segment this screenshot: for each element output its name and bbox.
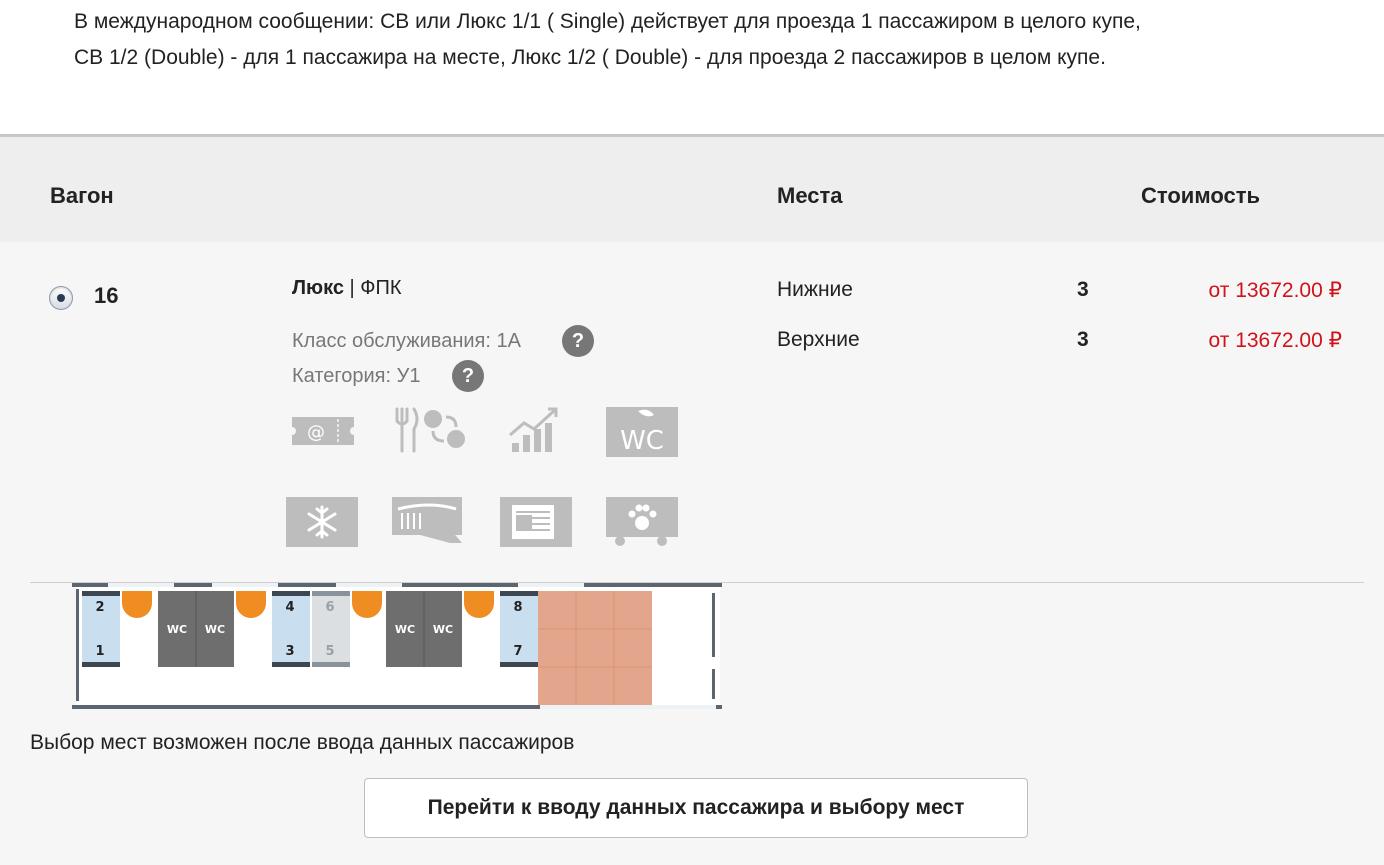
seat-number[interactable]: 2	[95, 600, 104, 615]
hygiene-kit-icon[interactable]	[390, 495, 464, 547]
carrier-name: ФПК	[360, 277, 402, 299]
wagon-list-panel: Вагон Места Стоимость 16 Люкс | ФПК Клас…	[0, 134, 1384, 865]
price-lower: от 13672.00 ₽	[1208, 279, 1342, 302]
international-travel-note: В международном сообщении: СВ или Люкс 1…	[74, 4, 1334, 76]
svg-text:WC: WC	[620, 426, 664, 456]
price-upper: от 13672.00 ₽	[1208, 329, 1342, 352]
seat-number[interactable]: 8	[513, 600, 522, 615]
seat-number: 6	[325, 600, 334, 615]
seat-count-upper: 3	[1077, 328, 1089, 351]
wagon-select-radio[interactable]	[49, 286, 73, 310]
wagon-category: Категория: У1	[292, 365, 421, 387]
header-seats: Места	[777, 183, 843, 208]
seat-number[interactable]: 4	[285, 600, 294, 615]
seat-type-upper: Верхние	[777, 328, 860, 351]
car-type-name: Люкс	[292, 277, 344, 299]
wc-label: WC	[395, 623, 415, 636]
wagon-scheme: 2 1 WC WC 4 3 6 5 WC WC 8 7	[72, 583, 722, 709]
service-class-help-icon[interactable]: ?	[562, 325, 594, 357]
seat-number[interactable]: 3	[285, 644, 294, 659]
seat-number: 5	[325, 644, 334, 659]
car-type-separator: |	[343, 277, 361, 299]
wc-label: WC	[433, 623, 453, 636]
seat-number[interactable]: 1	[95, 644, 104, 659]
wc-icon[interactable]: WC	[604, 405, 678, 457]
radio-checked-dot	[57, 294, 65, 302]
proceed-to-passenger-data-button[interactable]: Перейти к вводу данных пассажира и выбор…	[364, 778, 1028, 838]
car-type: Люкс | ФПК	[292, 277, 402, 300]
header-cost: Стоимость	[1141, 183, 1261, 208]
category-help-icon[interactable]: ?	[452, 360, 484, 392]
seat-selection-hint: Выбор мест возможен после ввода данных п…	[30, 731, 575, 754]
wagon-number: 16	[94, 283, 119, 308]
wc-label: WC	[167, 623, 187, 636]
seat-type-lower: Нижние	[777, 278, 853, 301]
table-header: Вагон Места Стоимость	[0, 137, 1384, 242]
service-class: Класс обслуживания: 1А	[292, 330, 521, 352]
note-line-2: СВ 1/2 (Double) - для 1 пассажира на мес…	[74, 46, 1106, 69]
meal-icon[interactable]	[392, 405, 466, 457]
seat-number[interactable]: 7	[513, 644, 522, 659]
seat-count-lower: 3	[1077, 278, 1089, 301]
e-ticket-icon[interactable]: @	[286, 405, 360, 457]
air-conditioning-icon[interactable]	[286, 495, 360, 547]
wc-label: WC	[205, 623, 225, 636]
pets-icon[interactable]	[604, 495, 678, 547]
press-icon[interactable]	[498, 495, 572, 547]
header-wagon: Вагон	[50, 183, 114, 208]
svg-text:@: @	[307, 422, 325, 443]
chart-icon[interactable]	[498, 405, 572, 457]
note-line-1: В международном сообщении: СВ или Люкс 1…	[74, 10, 1141, 33]
